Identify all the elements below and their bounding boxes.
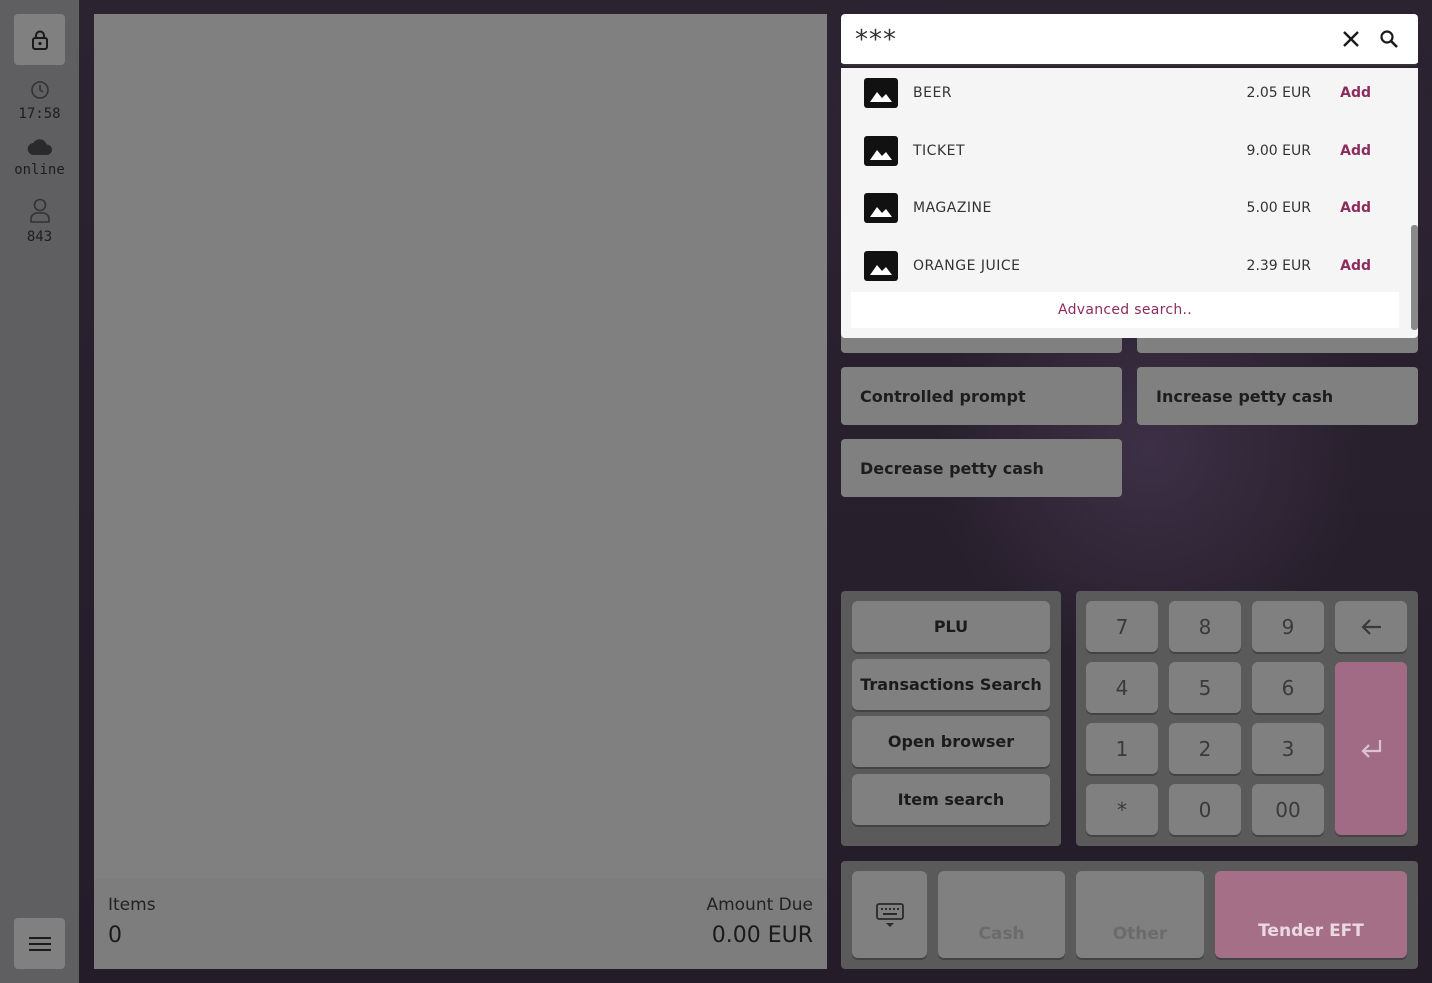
clear-search-button[interactable]: [1341, 29, 1361, 53]
key-2[interactable]: 2: [1169, 723, 1241, 774]
search-results-dropdown: BEER 2.05 EUR Add TICKET 9.00 EUR Add MA…: [841, 68, 1418, 338]
keyboard-icon: [875, 902, 904, 927]
result-name: ORANGE JUICE: [913, 258, 1021, 274]
arrow-left-icon: [1361, 618, 1381, 635]
hamburger-icon: [28, 936, 51, 951]
result-price: 2.39 EUR: [1246, 258, 1311, 274]
enter-key[interactable]: [1335, 662, 1407, 835]
result-add-button[interactable]: Add: [1340, 143, 1371, 159]
key-9[interactable]: 9: [1252, 601, 1324, 652]
cloud-icon: [27, 139, 52, 156]
transactions-search-button[interactable]: Transactions Search: [852, 659, 1050, 710]
key-7[interactable]: 7: [1086, 601, 1158, 652]
image-placeholder-icon: [864, 193, 898, 223]
other-payment-button[interactable]: Other: [1076, 871, 1204, 958]
key-star[interactable]: *: [1086, 784, 1158, 835]
key-00[interactable]: 00: [1252, 784, 1324, 835]
open-browser-button[interactable]: Open browser: [852, 716, 1050, 767]
menu-button[interactable]: [14, 918, 65, 969]
result-price: 9.00 EUR: [1246, 143, 1311, 159]
user-icon: [29, 198, 50, 223]
result-add-button[interactable]: Add: [1340, 85, 1371, 101]
keyboard-button[interactable]: [852, 871, 927, 958]
lock-icon: [31, 30, 48, 50]
result-item[interactable]: MAGAZINE 5.00 EUR Add: [841, 183, 1406, 235]
search-icon: [1380, 30, 1398, 48]
key-5[interactable]: 5: [1169, 662, 1241, 713]
result-name: MAGAZINE: [913, 200, 992, 216]
controlled-prompt-button[interactable]: Controlled prompt: [841, 367, 1122, 425]
decrease-petty-cash-button[interactable]: Decrease petty cash: [841, 439, 1122, 497]
result-item[interactable]: TICKET 9.00 EUR Add: [841, 126, 1406, 178]
image-placeholder-icon: [864, 136, 898, 166]
dropdown-scrollbar[interactable]: [1411, 225, 1418, 330]
result-price: 2.05 EUR: [1246, 85, 1311, 101]
backspace-key[interactable]: [1335, 601, 1407, 652]
connection-status: online: [0, 138, 79, 178]
advanced-search-link[interactable]: Advanced search..: [851, 292, 1399, 328]
left-rail: 17:58 online 843: [0, 0, 79, 983]
item-search-button[interactable]: Item search: [852, 774, 1050, 825]
search-input[interactable]: [855, 24, 1325, 56]
key-1[interactable]: 1: [1086, 723, 1158, 774]
user-status: 843: [0, 197, 79, 245]
amount-due-value: 0.00 EUR: [711, 923, 813, 948]
receipt-panel: Items 0 Amount Due 0.00 EUR: [94, 14, 827, 969]
clock-time: 17:58: [18, 106, 61, 122]
receipt-footer: Items 0 Amount Due 0.00 EUR: [94, 879, 827, 969]
key-4[interactable]: 4: [1086, 662, 1158, 713]
tender-eft-button[interactable]: Tender EFT: [1215, 871, 1407, 958]
payment-panel: Cash Other Tender EFT: [841, 861, 1418, 969]
search-bar: [841, 14, 1418, 66]
cash-button[interactable]: Cash: [938, 871, 1065, 958]
shortcut-panel: PLU Transactions Search Open browser Ite…: [841, 591, 1061, 846]
lock-button[interactable]: [14, 14, 65, 65]
items-label: Items: [108, 895, 156, 915]
connection-label: online: [14, 162, 65, 178]
search-button[interactable]: [1379, 29, 1399, 53]
result-price: 5.00 EUR: [1246, 200, 1311, 216]
amount-due-label: Amount Due: [706, 895, 813, 915]
clock-icon: [30, 81, 49, 99]
plu-button[interactable]: PLU: [852, 601, 1050, 652]
result-add-button[interactable]: Add: [1340, 258, 1371, 274]
image-placeholder-icon: [864, 251, 898, 281]
result-add-button[interactable]: Add: [1340, 200, 1371, 216]
key-6[interactable]: 6: [1252, 662, 1324, 713]
items-count: 0: [108, 923, 122, 948]
key-0[interactable]: 0: [1169, 784, 1241, 835]
result-item[interactable]: ORANGE JUICE 2.39 EUR Add: [841, 241, 1406, 293]
result-name: BEER: [913, 85, 953, 101]
result-name: TICKET: [913, 143, 966, 159]
close-icon: [1343, 31, 1359, 47]
user-id: 843: [26, 229, 53, 245]
increase-petty-cash-button[interactable]: Increase petty cash: [1137, 367, 1418, 425]
image-placeholder-icon: [864, 78, 898, 108]
key-3[interactable]: 3: [1252, 723, 1324, 774]
enter-icon: [1361, 739, 1382, 758]
keypad-panel: 7 8 9 4 5 6 1 2 3 * 0 00: [1076, 591, 1418, 846]
clock-status: 17:58: [0, 80, 79, 122]
key-8[interactable]: 8: [1169, 601, 1241, 652]
result-item[interactable]: BEER 2.05 EUR Add: [841, 68, 1406, 120]
